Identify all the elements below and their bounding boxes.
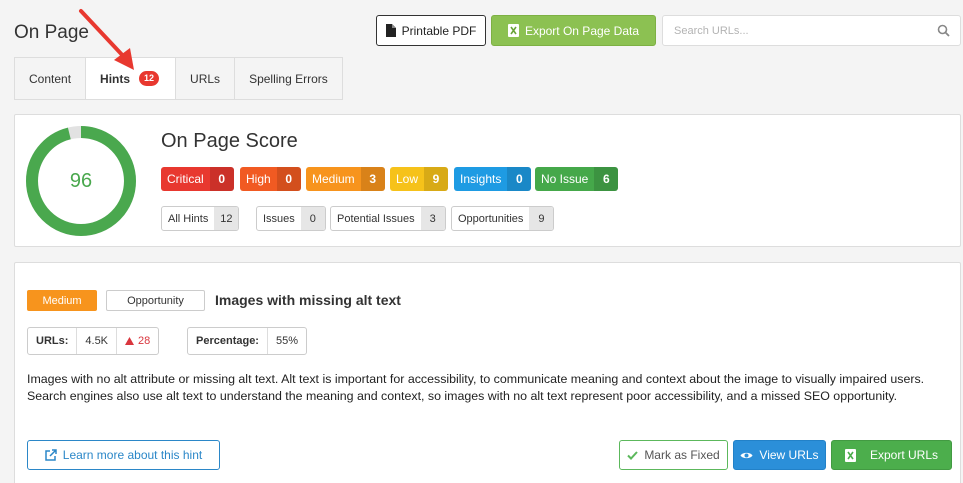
category-count: 9	[529, 207, 554, 230]
hint-description: Images with no alt attribute or missing …	[27, 372, 925, 403]
hint-severity-tag: Medium	[27, 290, 97, 311]
category-label: Opportunities	[458, 212, 524, 225]
export-on-page-data-button[interactable]: Export On Page Data	[491, 15, 656, 46]
severity-label: High	[246, 172, 271, 186]
hint-title: Images with missing alt text	[215, 292, 401, 308]
severity-label: Low	[396, 172, 419, 186]
severity-count: 0	[276, 167, 301, 191]
check-icon	[627, 450, 639, 460]
learn-more-label: Learn more about this hint	[62, 448, 203, 462]
urls-metric: URLs: 4.5K 28	[27, 327, 160, 355]
severity-label: Insights	[460, 172, 502, 186]
view-urls-button[interactable]: View URLs	[733, 440, 826, 470]
learn-more-button[interactable]: Learn more about this hint	[27, 440, 220, 470]
severity-insights-filter[interactable]: Insights 0	[454, 167, 532, 191]
category-label: Potential Issues	[337, 212, 415, 225]
severity-count: 0	[507, 167, 532, 191]
mark-as-fixed-button[interactable]: Mark as Fixed	[619, 440, 728, 470]
page-title: On Page	[14, 22, 89, 43]
view-urls-label: View URLs	[759, 448, 819, 462]
hint-card: Medium Opportunity Images with missing a…	[14, 262, 961, 483]
urls-metric-label: URLs:	[28, 328, 78, 354]
category-count: 3	[420, 207, 445, 230]
on-page-score-card: 96 On Page Score Critical 0 High 0 Mediu…	[14, 114, 961, 247]
document-icon	[385, 24, 396, 37]
category-issues-filter[interactable]: Issues 0	[256, 206, 326, 231]
category-count: 12	[214, 207, 239, 230]
severity-no-issue-filter[interactable]: No Issue 6	[535, 167, 619, 191]
percentage-metric-label: Percentage:	[188, 328, 268, 354]
eye-icon	[740, 452, 753, 458]
severity-label: Medium	[312, 172, 355, 186]
category-label: Issues	[263, 212, 295, 225]
excel-icon	[507, 24, 519, 37]
category-all-hints-filter[interactable]: All Hints 12	[161, 206, 240, 231]
category-count: 0	[300, 207, 325, 230]
percentage-metric-value: 55%	[275, 335, 299, 347]
tab-bar: Content Hints 12 URLs Spelling Errors	[14, 57, 343, 100]
severity-label: Critical	[167, 172, 204, 186]
printable-pdf-button[interactable]: Printable PDF	[376, 15, 486, 46]
tab-hints[interactable]: Hints 12	[86, 58, 177, 99]
excel-icon	[844, 448, 856, 462]
export-urls-label: Export URLs	[869, 448, 939, 462]
search-input[interactable]	[663, 16, 923, 45]
export-on-page-data-label: Export On Page Data	[524, 23, 640, 38]
export-urls-button[interactable]: Export URLs	[831, 440, 952, 470]
score-value: 96	[69, 169, 93, 192]
severity-count: 6	[594, 167, 619, 191]
severity-count: 3	[360, 167, 385, 191]
severity-count: 9	[424, 167, 449, 191]
severity-high-filter[interactable]: High 0	[240, 167, 301, 191]
external-link-icon	[45, 449, 57, 461]
tab-urls[interactable]: URLs	[176, 58, 236, 99]
mark-as-fixed-label: Mark as Fixed	[644, 448, 720, 462]
severity-medium-filter[interactable]: Medium 3	[306, 167, 385, 191]
tab-hints-label: Hints	[100, 71, 131, 86]
tab-content-label: Content	[29, 71, 72, 86]
triangle-up-icon	[125, 337, 135, 345]
search-icon[interactable]	[937, 24, 950, 37]
tab-content[interactable]: Content	[15, 58, 87, 99]
tab-urls-label: URLs	[190, 71, 221, 86]
urls-metric-change: 28	[117, 328, 158, 354]
severity-critical-filter[interactable]: Critical 0	[161, 167, 234, 191]
hint-type-tag: Opportunity	[106, 290, 205, 311]
category-potential-issues-filter[interactable]: Potential Issues 3	[330, 206, 446, 231]
severity-count: 0	[209, 167, 234, 191]
urls-change-value: 28	[138, 335, 151, 347]
tab-spelling-errors-label: Spelling Errors	[249, 71, 328, 86]
hints-count-badge: 12	[139, 71, 160, 86]
printable-pdf-label: Printable PDF	[401, 23, 477, 38]
score-title: On Page Score	[161, 130, 298, 152]
category-opportunities-filter[interactable]: Opportunities 9	[451, 206, 555, 231]
category-label: All Hints	[168, 212, 209, 225]
urls-metric-value: 4.5K	[77, 328, 118, 354]
percentage-metric: Percentage: 55%	[187, 327, 308, 355]
search-box	[662, 15, 961, 46]
severity-label: No Issue	[541, 172, 589, 186]
tab-spelling-errors[interactable]: Spelling Errors	[235, 58, 342, 99]
severity-low-filter[interactable]: Low 9	[390, 167, 449, 191]
